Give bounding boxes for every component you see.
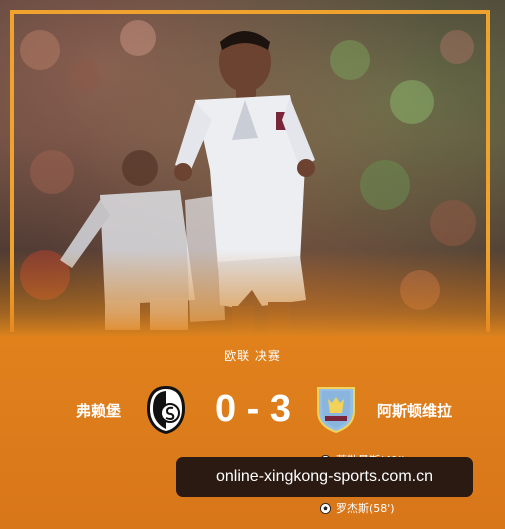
watermark-banner: online-xingkong-sports.com.cn — [176, 457, 473, 497]
freiburg-crest-icon — [147, 386, 185, 434]
match-card: 欧联 决赛 弗赖堡 0 - 3 阿斯顿维拉 蒂勒曼斯(41') 罗杰斯(58')… — [0, 0, 505, 529]
photo-fade — [0, 250, 505, 336]
away-team-name: 阿斯顿维拉 — [377, 402, 453, 420]
scorer-row: 罗杰斯(58') — [320, 500, 395, 516]
football-icon — [320, 502, 331, 514]
home-team-name: 弗赖堡 — [76, 402, 122, 420]
match-score: 0 - 3 — [214, 388, 292, 430]
match-photo — [0, 0, 505, 336]
scorer-name: 罗杰斯(58') — [336, 502, 395, 515]
competition-label: 欧联 决赛 — [224, 349, 281, 363]
aston-villa-crest-icon — [317, 387, 355, 433]
